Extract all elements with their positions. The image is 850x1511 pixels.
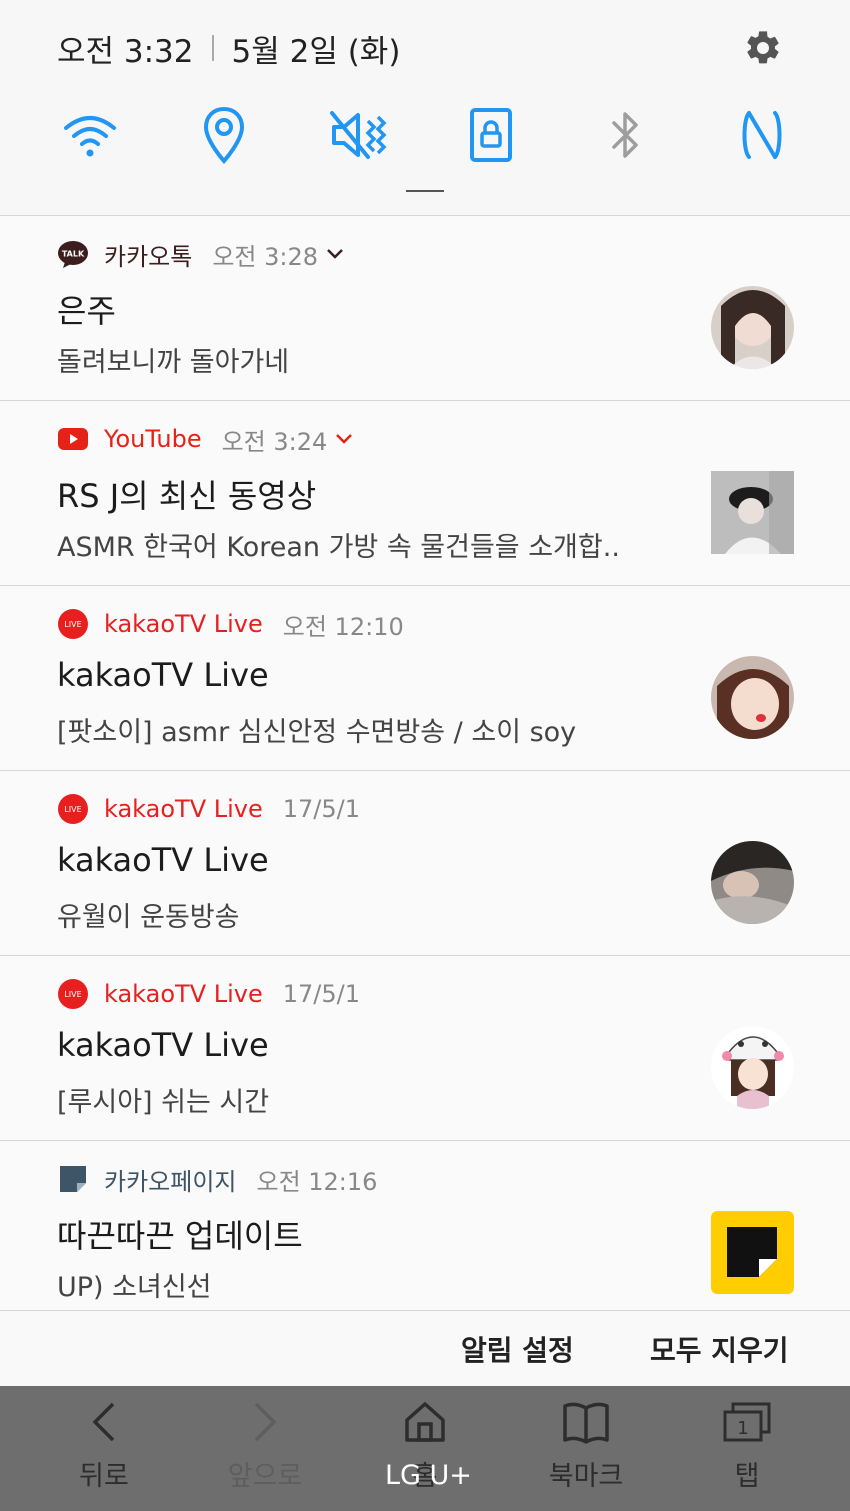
notification-shade-header: 오전 3:32 5월 2일 (화) <box>0 0 850 215</box>
kakaotv-live-icon: LIVE <box>57 978 89 1010</box>
notification-body: 유월이 운동방송 <box>57 902 240 933</box>
notification-title: RS J의 최신 동영상 <box>57 477 317 515</box>
chevron-down-icon[interactable] <box>326 248 344 260</box>
notification-title: kakaoTV Live <box>57 656 269 694</box>
svg-text:LIVE: LIVE <box>64 990 81 999</box>
notification-header: TALK 카카오톡 오전 3:28 <box>57 236 344 272</box>
app-name: kakaoTV Live <box>104 795 263 823</box>
notification-time: 오전 12:10 <box>282 612 404 641</box>
datetime-separator <box>211 35 214 61</box>
drag-handle[interactable] <box>406 190 444 198</box>
notification-youtube[interactable]: YouTube 오전 3:24 RS J의 최신 동영상 ASMR 한국어 Ko… <box>0 400 850 585</box>
nfc-icon[interactable] <box>727 100 797 170</box>
notification-body: ASMR 한국어 Korean 가방 속 물건들을 소개합.. <box>57 532 620 563</box>
avatar <box>711 286 794 369</box>
status-datetime: 오전 3:32 5월 2일 (화) <box>57 28 401 70</box>
video-thumbnail <box>711 471 794 554</box>
notification-title: 따끈따끈 업데이트 <box>57 1217 303 1255</box>
app-name: YouTube <box>104 425 202 453</box>
avatar <box>711 1026 794 1109</box>
tabs-label: 탭 <box>734 1461 760 1492</box>
app-name: kakaoTV Live <box>104 980 263 1008</box>
notification-actions: 알림 설정 모두 지우기 <box>0 1310 850 1386</box>
notification-body: 돌려보니까 돌아가네 <box>57 347 290 378</box>
app-name: kakaoTV Live <box>104 610 263 638</box>
bookmarks-button[interactable]: 북마크 <box>531 1396 641 1496</box>
bluetooth-icon[interactable] <box>591 100 661 170</box>
notification-kakaopage[interactable]: 카카오페이지 오전 12:16 따끈따끈 업데이트 UP) 소녀신선 <box>0 1140 850 1325</box>
youtube-icon <box>57 423 89 455</box>
kakaotv-live-icon: LIVE <box>57 608 89 640</box>
home-icon <box>401 1396 449 1448</box>
notification-time: 오전 12:16 <box>256 1167 378 1196</box>
back-button[interactable]: 뒤로 <box>49 1396 159 1496</box>
notification-time: 17/5/1 <box>282 795 361 823</box>
notification-header: 카카오페이지 오전 12:16 <box>57 1161 377 1197</box>
notification-header: LIVE kakaoTV Live 17/5/1 <box>57 791 360 827</box>
browser-toolbar: 뒤로 앞으로 홈 북마크 1 탭 <box>0 1386 850 1511</box>
notification-time: 17/5/1 <box>282 980 361 1008</box>
chevron-right-icon <box>250 1396 280 1448</box>
notification-time: 오전 3:24 <box>221 427 328 456</box>
app-name: 카카오톡 <box>104 242 193 271</box>
notification-header: YouTube 오전 3:24 <box>57 421 353 457</box>
book-icon <box>561 1396 611 1448</box>
svg-text:TALK: TALK <box>62 250 85 259</box>
notification-kakaotv-live[interactable]: LIVE kakaoTV Live 17/5/1 kakaoTV Live [루… <box>0 955 850 1140</box>
bookmarks-label: 북마크 <box>548 1461 624 1492</box>
quick-settings-row <box>0 100 850 170</box>
notification-title: 은주 <box>57 292 116 330</box>
notification-title: kakaoTV Live <box>57 841 269 879</box>
svg-text:LIVE: LIVE <box>64 620 81 629</box>
notification-kakaotv-live[interactable]: LIVE kakaoTV Live 오전 12:10 kakaoTV Live … <box>0 585 850 770</box>
chevron-down-icon[interactable] <box>335 433 353 445</box>
forward-button[interactable]: 앞으로 <box>210 1396 320 1496</box>
mute-vibrate-icon[interactable] <box>323 100 393 170</box>
notification-header: LIVE kakaoTV Live 오전 12:10 <box>57 606 404 642</box>
avatar <box>711 656 794 739</box>
tabs-button[interactable]: 1 탭 <box>692 1396 802 1496</box>
avatar <box>711 841 794 924</box>
kakaotalk-icon: TALK <box>57 238 89 270</box>
clear-all-button[interactable]: 모두 지우기 <box>650 1329 789 1369</box>
wifi-icon[interactable] <box>55 100 125 170</box>
svg-text:LIVE: LIVE <box>64 805 81 814</box>
notification-body: [루시아] 쉬는 시간 <box>57 1087 270 1118</box>
screen-lock-icon[interactable] <box>456 100 526 170</box>
carrier-label: LG U+ <box>385 1460 472 1491</box>
location-icon[interactable] <box>189 100 259 170</box>
notification-kakaotv-live[interactable]: LIVE kakaoTV Live 17/5/1 kakaoTV Live 유월… <box>0 770 850 955</box>
kakaotv-live-icon: LIVE <box>57 793 89 825</box>
settings-gear-icon[interactable] <box>740 25 786 71</box>
chevron-left-icon <box>89 1396 119 1448</box>
notification-list: TALK 카카오톡 오전 3:28 은주 돌려보니까 돌아가네 YouTube … <box>0 215 850 1325</box>
svg-text:1: 1 <box>737 1418 748 1439</box>
app-name: 카카오페이지 <box>104 1167 237 1196</box>
notification-header: LIVE kakaoTV Live 17/5/1 <box>57 976 360 1012</box>
notification-body: UP) 소녀신선 <box>57 1272 212 1303</box>
notification-settings-button[interactable]: 알림 설정 <box>461 1329 574 1369</box>
notification-time: 오전 3:28 <box>212 242 319 271</box>
tabs-icon: 1 <box>721 1396 773 1448</box>
notification-title: kakaoTV Live <box>57 1026 269 1064</box>
forward-label: 앞으로 <box>227 1461 303 1492</box>
notification-body: [팟소이] asmr 심신안정 수면방송 / 소이 soy <box>57 717 577 748</box>
kakaopage-logo <box>711 1211 794 1294</box>
back-label: 뒤로 <box>79 1461 129 1492</box>
status-date: 5월 2일 (화) <box>231 33 401 70</box>
notification-kakaotalk[interactable]: TALK 카카오톡 오전 3:28 은주 돌려보니까 돌아가네 <box>0 215 850 400</box>
status-time: 오전 3:32 <box>57 33 194 70</box>
kakaopage-icon <box>57 1163 89 1195</box>
